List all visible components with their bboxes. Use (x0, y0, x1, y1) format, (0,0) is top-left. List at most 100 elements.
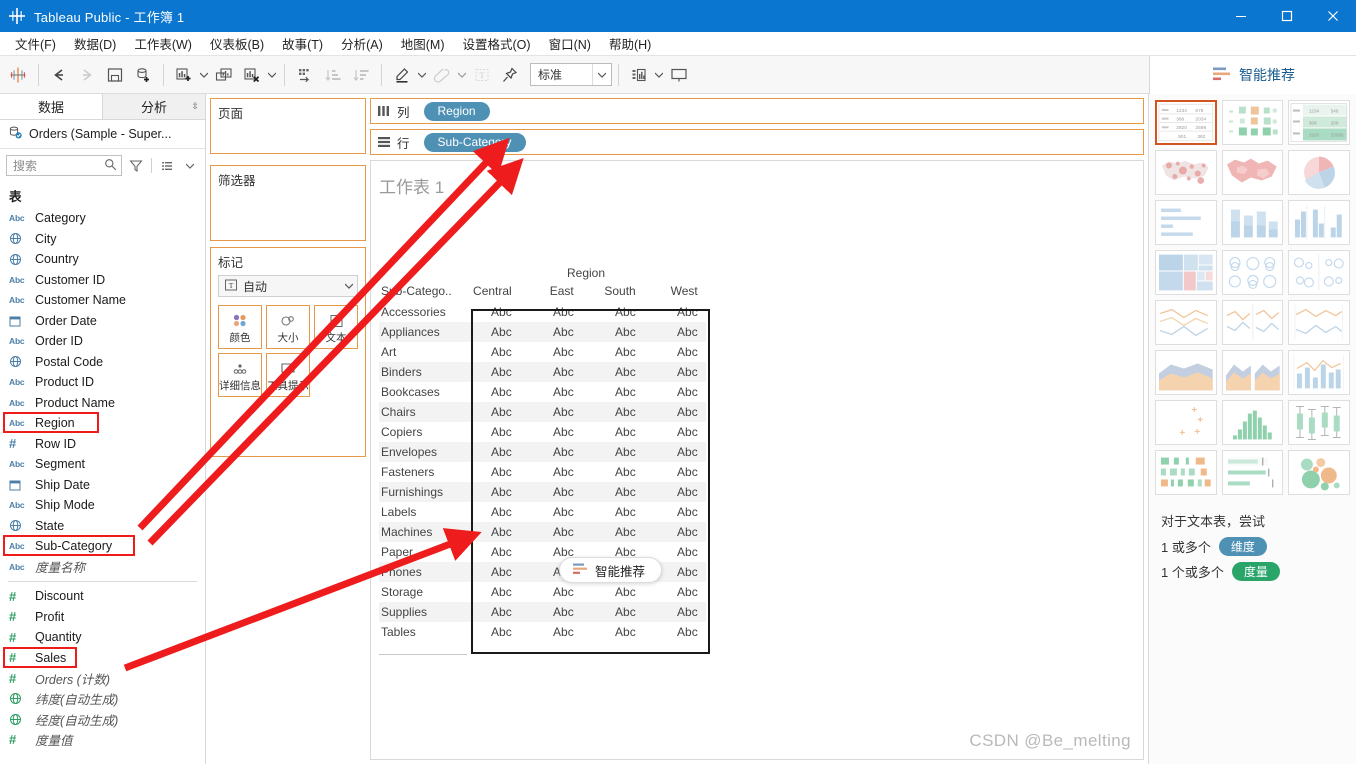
cell[interactable]: Abc (520, 422, 582, 442)
pill-region[interactable]: Region (423, 101, 490, 121)
sort-ascending-icon[interactable] (319, 61, 347, 89)
row-label[interactable]: Appliances (379, 322, 458, 342)
field-postal-code[interactable]: Postal Code (0, 352, 205, 373)
field-quantity[interactable]: # Quantity (0, 627, 205, 648)
list-view-icon[interactable] (158, 159, 176, 173)
field-measure-values[interactable]: # 度量值 (0, 730, 205, 751)
cell[interactable]: Abc (581, 322, 644, 342)
cell[interactable]: Abc (519, 522, 582, 542)
menu-format[interactable]: 设置格式(O) (454, 31, 540, 56)
thumb-dual-combination[interactable] (1288, 350, 1350, 395)
table-row[interactable]: Supplies Abc Abc Abc Abc (379, 602, 706, 622)
crosstab[interactable]: Region Sub-Catego.. Central East South W… (379, 266, 710, 655)
data-source-item[interactable]: Orders (Sample - Super... (0, 120, 205, 149)
row-label[interactable]: Paper (379, 542, 458, 562)
cell[interactable]: Abc (520, 342, 582, 362)
row-label[interactable]: Envelopes (379, 442, 458, 462)
marks-detail-button[interactable]: 详细信息 (218, 353, 262, 397)
cell[interactable]: Abc (582, 422, 644, 442)
maximize-button[interactable] (1264, 0, 1310, 32)
cell[interactable]: Abc (644, 462, 706, 482)
sort-descending-icon[interactable] (347, 61, 375, 89)
field-sub-category[interactable]: Abc Sub-Category (0, 535, 205, 557)
search-input-wrap[interactable] (6, 155, 122, 176)
marks-size-button[interactable]: 大小 (266, 305, 310, 349)
cell[interactable]: Abc (519, 362, 582, 382)
table-row[interactable]: Bookcases Abc Abc Abc Abc (379, 382, 706, 402)
field-row-id[interactable]: # Row ID (0, 434, 205, 455)
field-customer-name[interactable]: Abc Customer Name (0, 290, 205, 311)
thumb-symbol-map[interactable] (1155, 150, 1217, 195)
cell[interactable]: Abc (519, 442, 582, 462)
thumb-gantt-chart[interactable] (1155, 450, 1217, 495)
thumb-packed-bubbles[interactable] (1288, 450, 1350, 495)
field-product-id[interactable]: Abc Product ID (0, 372, 205, 393)
rows-shelf[interactable]: 行 Sub-Category (370, 129, 1144, 155)
cell[interactable]: Abc (582, 462, 644, 482)
row-label[interactable]: Accessories (379, 302, 458, 322)
cell[interactable]: Abc (644, 342, 706, 362)
table-row[interactable]: Fasteners Abc Abc Abc Abc (379, 462, 706, 482)
cell[interactable]: Abc (458, 502, 520, 522)
thumb-side-by-side-bars[interactable] (1288, 200, 1350, 245)
cell[interactable]: Abc (644, 622, 706, 642)
thumb-lines-discrete[interactable] (1221, 300, 1284, 345)
thumb-histogram[interactable] (1221, 400, 1284, 445)
row-label[interactable]: Storage (379, 582, 458, 602)
table-row[interactable]: Tables Abc Abc Abc Abc (379, 622, 706, 642)
field-latitude[interactable]: 纬度(自动生成) (0, 689, 205, 710)
marks-color-button[interactable]: 颜色 (218, 305, 262, 349)
field-category[interactable]: Abc Category (0, 208, 205, 229)
highlight-caret-icon[interactable] (416, 62, 428, 88)
table-row[interactable]: Machines Abc Abc Abc Abc (379, 522, 706, 542)
thumb-circle-views[interactable] (1221, 250, 1284, 295)
fix-axis-icon[interactable] (428, 61, 456, 89)
cell[interactable]: Abc (519, 402, 582, 422)
cell[interactable]: Abc (457, 562, 520, 582)
thumb-dual-lines[interactable] (1288, 300, 1350, 345)
fit-dropdown[interactable]: 标准 (530, 63, 612, 86)
cell[interactable]: Abc (457, 602, 520, 622)
minimize-button[interactable] (1218, 0, 1264, 32)
marks-type-dropdown[interactable]: T 自动 (218, 275, 358, 297)
pages-card[interactable]: 页面 (210, 98, 366, 154)
column-header-central[interactable]: Central (458, 283, 520, 302)
field-country[interactable]: Country (0, 249, 205, 270)
menu-file[interactable]: 文件(F) (6, 31, 65, 56)
table-row[interactable]: Envelopes Abc Abc Abc Abc (379, 442, 706, 462)
cell[interactable]: Abc (458, 582, 520, 602)
field-region[interactable]: Abc Region (0, 412, 205, 434)
labels-icon[interactable]: T (468, 61, 496, 89)
cell[interactable]: Abc (582, 622, 644, 642)
forward-arrow-icon[interactable] (73, 61, 101, 89)
cell[interactable]: Abc (458, 302, 520, 322)
field-discount[interactable]: # Discount (0, 586, 205, 607)
pill-sub-category[interactable]: Sub-Category (423, 132, 526, 152)
row-label[interactable]: Supplies (379, 602, 458, 622)
thumb-heat-map[interactable] (1221, 100, 1284, 145)
cell[interactable]: Abc (581, 482, 644, 502)
cell[interactable]: Abc (582, 342, 644, 362)
cell[interactable]: Abc (643, 402, 706, 422)
row-label[interactable]: Binders (379, 362, 458, 382)
menu-map[interactable]: 地图(M) (392, 31, 454, 56)
fix-axis-caret-icon[interactable] (456, 62, 468, 88)
row-label[interactable]: Phones (379, 562, 458, 582)
cell[interactable]: Abc (458, 542, 520, 562)
column-header-east[interactable]: East (520, 283, 582, 302)
table-row[interactable]: Labels Abc Abc Abc Abc (379, 502, 706, 522)
cell[interactable]: Abc (519, 482, 582, 502)
cell[interactable]: Abc (582, 502, 644, 522)
highlight-icon[interactable] (388, 61, 416, 89)
cell[interactable]: Abc (581, 602, 644, 622)
cell[interactable]: Abc (581, 362, 644, 382)
new-worksheet-caret-icon[interactable] (198, 62, 210, 88)
cell[interactable]: Abc (643, 442, 706, 462)
close-button[interactable] (1310, 0, 1356, 32)
thumb-treemap[interactable] (1155, 250, 1217, 295)
show-cards-caret-icon[interactable] (653, 62, 665, 88)
cell[interactable]: Abc (520, 382, 582, 402)
new-worksheet-icon[interactable] (170, 61, 198, 89)
cell[interactable]: Abc (644, 302, 706, 322)
table-row[interactable]: Appliances Abc Abc Abc Abc (379, 322, 706, 342)
